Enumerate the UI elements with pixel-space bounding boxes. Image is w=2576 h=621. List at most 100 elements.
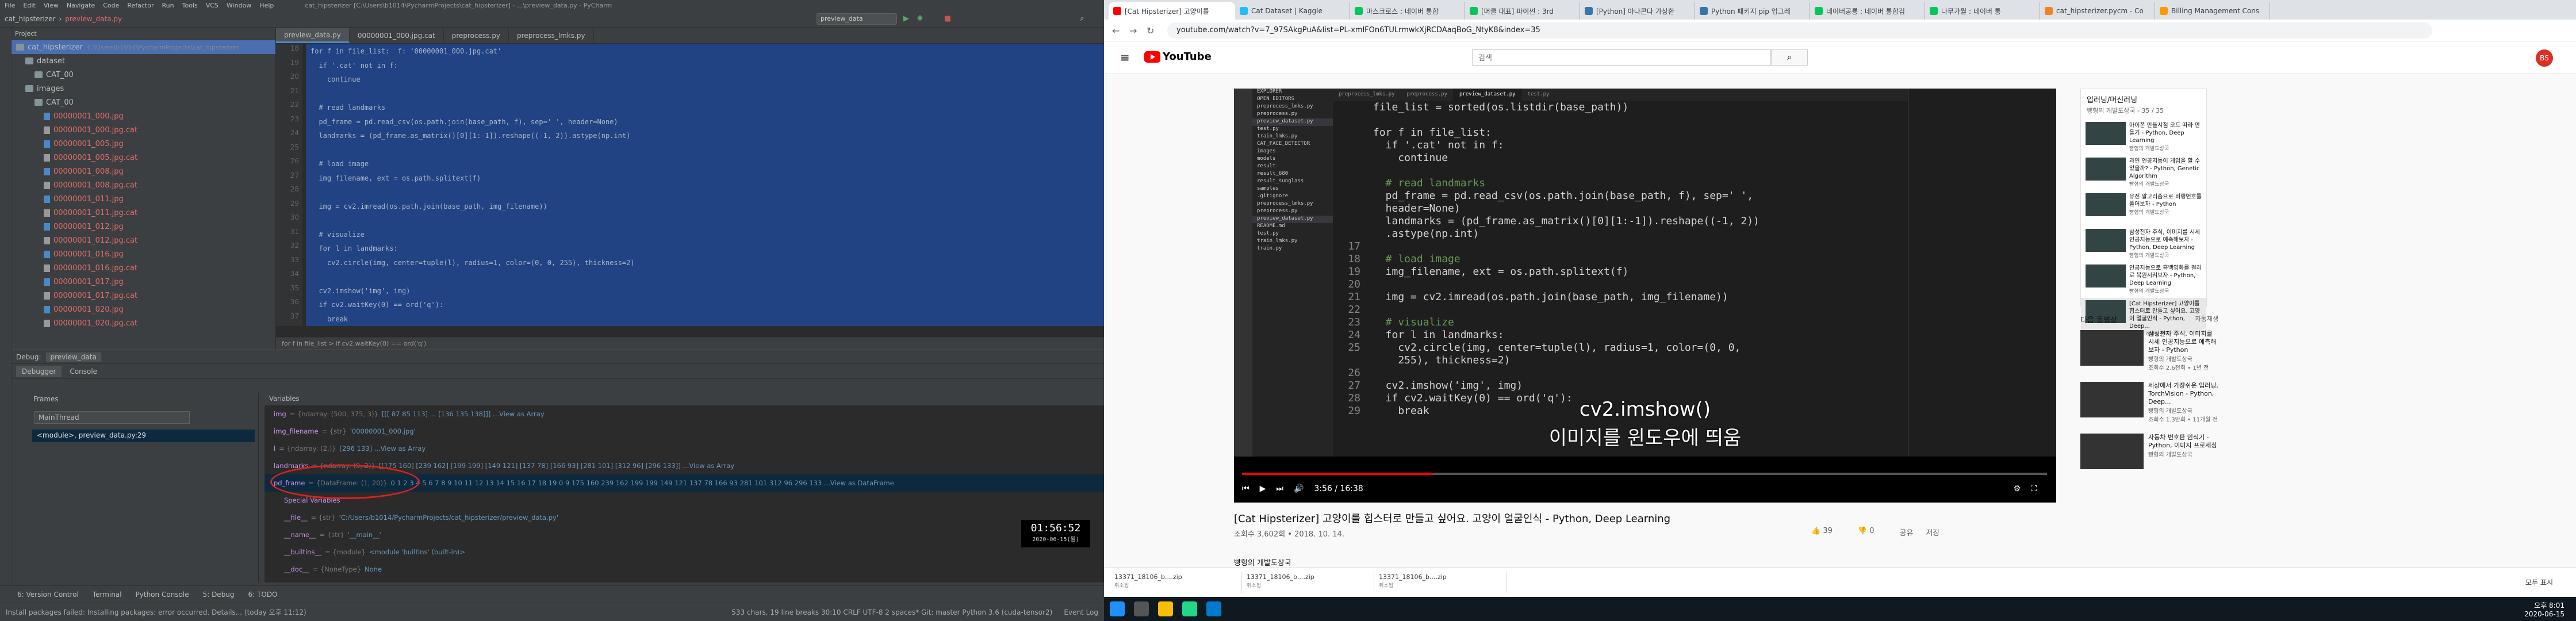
browser-tab[interactable]: Billing Management Cons — [2155, 2, 2270, 20]
playlist-item[interactable]: 아이폰 만들시점 코드 따라 만들기 - Python, Deep Learni… — [2081, 120, 2206, 155]
menu-item-tools[interactable]: Tools — [182, 2, 198, 9]
tool-window-tab[interactable]: 5: Debug — [203, 591, 235, 599]
tree-item[interactable]: CAT_00 — [12, 68, 275, 82]
fullscreen-icon[interactable]: ⛶ — [2031, 484, 2037, 493]
browser-tab[interactable]: Cat Dataset | Kaggle — [1235, 2, 1350, 20]
breadcrumb-file[interactable]: preview_data.py — [65, 15, 122, 23]
related-video[interactable]: 삼성전자 주식, 이미지를 시세 인공지능으로 예측해보자 - Python 빵형… — [2080, 330, 2218, 371]
tree-item[interactable]: images — [12, 82, 275, 95]
editor-tab[interactable]: 00000001_000.jpg.cat — [350, 28, 444, 43]
debug-tab-console[interactable]: Console — [64, 366, 103, 377]
tree-item[interactable]: 00000001_016.jpg — [12, 247, 275, 261]
tool-window-tab[interactable]: Python Console — [136, 591, 189, 599]
browser-tab[interactable]: 네이버공룡 : 네이버 통합검 — [1810, 2, 1925, 20]
playlist-item[interactable]: 유전 알고리즘으로 비행번호를 풀어보자 - Python 빵형의 개발도상국 — [2081, 191, 2206, 227]
related-video[interactable]: 자동차 번호판 인식기 - Python, 이미지 프로세싱 빵형의 개발도상국 — [2080, 434, 2218, 469]
menu-item-window[interactable]: Window — [227, 2, 251, 9]
share-button[interactable]: 공유 — [1899, 527, 1913, 538]
menu-item-vcs[interactable]: VCS — [206, 2, 218, 9]
menu-icon[interactable]: ≡ — [1120, 51, 1130, 64]
browser-tab[interactable]: Python 패키지 pip 업그레 — [1695, 2, 1810, 20]
volume-icon[interactable]: 🔊 — [1294, 484, 1304, 493]
editor-tab[interactable]: preprocess_lmks.py — [509, 28, 594, 43]
menu-item-edit[interactable]: Edit — [23, 2, 35, 9]
tree-item[interactable]: 00000001_008.jpg — [12, 164, 275, 178]
url-field[interactable]: youtube.com/watch?v=7_97SAkgPuA&list=PL-… — [1167, 22, 2432, 39]
search-input[interactable] — [1472, 49, 1771, 66]
browser-tab[interactable]: [Cat Hipsterizer] 고양이를 — [1109, 2, 1235, 20]
thread-select[interactable]: MainThread — [34, 411, 190, 424]
editor-tab[interactable]: preview_data.py — [276, 28, 350, 43]
tree-item[interactable]: 00000001_017.jpg — [12, 275, 275, 289]
tree-item[interactable]: dataset — [12, 54, 275, 68]
forward-icon[interactable]: → — [1129, 25, 1137, 36]
tree-item[interactable]: 00000001_012.jpg.cat — [12, 233, 275, 247]
tree-item[interactable]: 00000001_016.jpg.cat — [12, 261, 275, 275]
tool-window-tab[interactable]: 6: TODO — [248, 591, 278, 599]
menu-item-run[interactable]: Run — [162, 2, 174, 9]
tree-item[interactable]: 00000001_000.jpg.cat — [12, 123, 275, 137]
tree-item[interactable]: 00000001_011.jpg — [12, 192, 275, 206]
download-item[interactable]: 13371_18106_b....zip 취소됨 — [1374, 572, 1506, 593]
tree-item[interactable]: 00000001_000.jpg — [12, 109, 275, 123]
pycharm-taskbar-icon[interactable] — [1182, 601, 1197, 616]
tree-item[interactable]: CAT_00 — [12, 95, 275, 109]
search-icon[interactable]: ⌕ — [1771, 49, 1808, 66]
browser-tab[interactable]: 나무가월 : 네이버 통 — [1925, 2, 2040, 20]
variable-row[interactable]: __name__ = {str} '__main__' — [264, 526, 1104, 543]
reload-icon[interactable]: ↻ — [1147, 25, 1154, 36]
tool-window-tab[interactable]: 6: Version Control — [17, 591, 79, 599]
menu-item-navigate[interactable]: Navigate — [67, 2, 95, 9]
channel-name[interactable]: 빵형의 개발도상국 — [1234, 557, 1291, 568]
menu-item-refactor[interactable]: Refactor — [127, 2, 154, 9]
variable-row[interactable]: img_filename = {str} '00000001_000.jpg' — [264, 423, 1104, 440]
project-panel-header[interactable]: Project — [12, 28, 275, 40]
browser-tab[interactable]: [머클 대표] 파이썬 : 3rd — [1465, 2, 1580, 20]
browser-tab[interactable]: [Python] 아나콘다 가상환 — [1580, 2, 1695, 20]
autoplay-label[interactable]: 자동재생 — [2195, 314, 2218, 323]
tree-item[interactable]: 00000001_020.jpg.cat — [12, 316, 275, 330]
variable-row[interactable]: l = {ndarray: (2,)} [296 133] ...View as A… — [264, 440, 1104, 457]
download-item[interactable]: 13371_18106_b....zip 취소됨 — [1110, 572, 1242, 593]
menu-item-help[interactable]: Help — [259, 2, 274, 9]
prev-icon[interactable]: ⏮ — [1242, 484, 1249, 493]
menu-item-file[interactable]: File — [5, 2, 15, 9]
next-icon[interactable]: ⏭ — [1276, 484, 1283, 493]
variable-row[interactable]: __builtins__ = {module} <module 'builtins'… — [264, 543, 1104, 561]
tree-item[interactable]: 00000001_005.jpg — [12, 137, 275, 151]
tree-item[interactable]: 00000001_005.jpg.cat — [12, 151, 275, 164]
play-icon[interactable]: ▶ — [1260, 484, 1266, 493]
playlist-item[interactable]: 삼성전자 주식, 이미지를 시세 인공지능으로 예측해보자 - Python, … — [2081, 227, 2206, 262]
stop-icon[interactable]: ■ — [943, 14, 952, 24]
tree-item[interactable]: 00000001_020.jpg — [12, 302, 275, 316]
debug-tab-debugger[interactable]: Debugger — [16, 365, 62, 377]
download-item[interactable]: 13371_18106_b....zip 취소됨 — [1242, 572, 1374, 593]
browser-tab[interactable]: 마스크로스 : 네이버 통합 — [1350, 2, 1465, 20]
show-all-button[interactable]: 모두 표시 — [2525, 577, 2553, 587]
playlist-title[interactable]: 입러닝/머신러닝 — [2087, 96, 2137, 105]
save-button[interactable]: 저장 — [1926, 527, 1939, 538]
tree-item[interactable]: 00000001_017.jpg.cat — [12, 289, 275, 302]
tree-item[interactable]: 00000001_008.jpg.cat — [12, 178, 275, 192]
run-icon[interactable]: ▶ — [902, 14, 911, 24]
playlist-item[interactable]: 인공지능으로 흑백영화를 컬러로 복원시켜보자 - Python, Deep L… — [2081, 262, 2206, 298]
video-player[interactable]: EXPLORER OPEN EDITORS preprocess_lmks.py pr… — [1234, 89, 2056, 503]
tree-item[interactable]: 00000001_012.jpg — [12, 220, 275, 233]
run-config-select[interactable]: preview_data — [816, 13, 897, 25]
breadcrumb-project[interactable]: cat_hipsterizer — [5, 15, 55, 23]
search-icon[interactable]: ⌕ — [1078, 14, 1087, 24]
like-button[interactable]: 👍 39 — [1811, 527, 1845, 538]
stack-frame[interactable]: <module>, preview_data.py:29 — [32, 430, 255, 442]
playlist-item[interactable]: 과연 인공지능이 게임을 할 수 있을까? - Python, Genetic … — [2081, 155, 2206, 191]
tree-item[interactable]: cat_hipsterizer C:\Users\b1014\PycharmPro… — [12, 40, 275, 54]
settings-icon[interactable]: ⚙ — [2014, 484, 2021, 493]
browser-tab[interactable]: cat_hipsterizer.pycm - Co — [2040, 2, 2155, 20]
menu-item-code[interactable]: Code — [103, 2, 119, 9]
avatar[interactable]: BS — [2536, 49, 2553, 67]
tool-window-tab[interactable]: Terminal — [93, 591, 122, 599]
related-video[interactable]: 세상에서 가장쉬운 입러닝, TorchVision - Python, Dee… — [2080, 382, 2218, 423]
vscode-taskbar-icon[interactable] — [1206, 601, 1221, 616]
variable-row[interactable]: __file__ = {str} 'C:/Users/b1014/PycharmPr… — [264, 509, 1104, 526]
tree-item[interactable]: 00000001_011.jpg.cat — [12, 206, 275, 220]
variable-row[interactable]: img = {ndarray: (500, 375, 3)}[[[ 87 85 1… — [264, 405, 1104, 423]
